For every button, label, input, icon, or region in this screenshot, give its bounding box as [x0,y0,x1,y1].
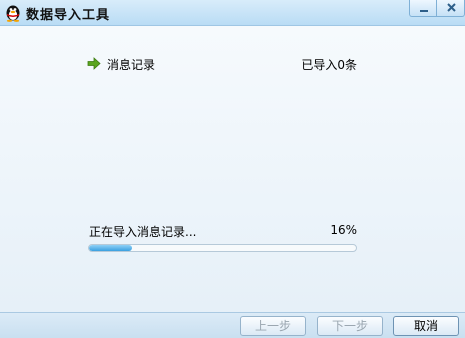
title-bar[interactable]: 数据导入工具 [0,0,465,26]
close-button[interactable] [436,0,465,17]
minimize-button[interactable] [409,0,437,17]
close-icon [447,3,456,12]
qq-penguin-icon [4,3,22,22]
cancel-button[interactable]: 取消 [393,316,459,336]
task-label: 消息记录 [107,58,156,72]
next-button[interactable]: 下一步 [317,316,383,336]
green-arrow-right-icon [87,57,101,70]
progress-bar-fill [89,245,132,251]
progress-percent: 16% [330,223,357,237]
prev-button[interactable]: 上一步 [240,316,306,336]
minimize-icon [420,10,428,12]
window-title: 数据导入工具 [26,8,111,23]
task-status: 已导入0条 [301,58,357,72]
progress-bar [88,244,357,252]
import-tool-window: 数据导入工具 消息记录 已导入0条 正在导入消息记录... 16% 上一步 下一… [0,0,465,338]
import-task-row: 消息记录 已导入0条 [87,56,359,72]
progress-status-text: 正在导入消息记录... [89,225,197,239]
